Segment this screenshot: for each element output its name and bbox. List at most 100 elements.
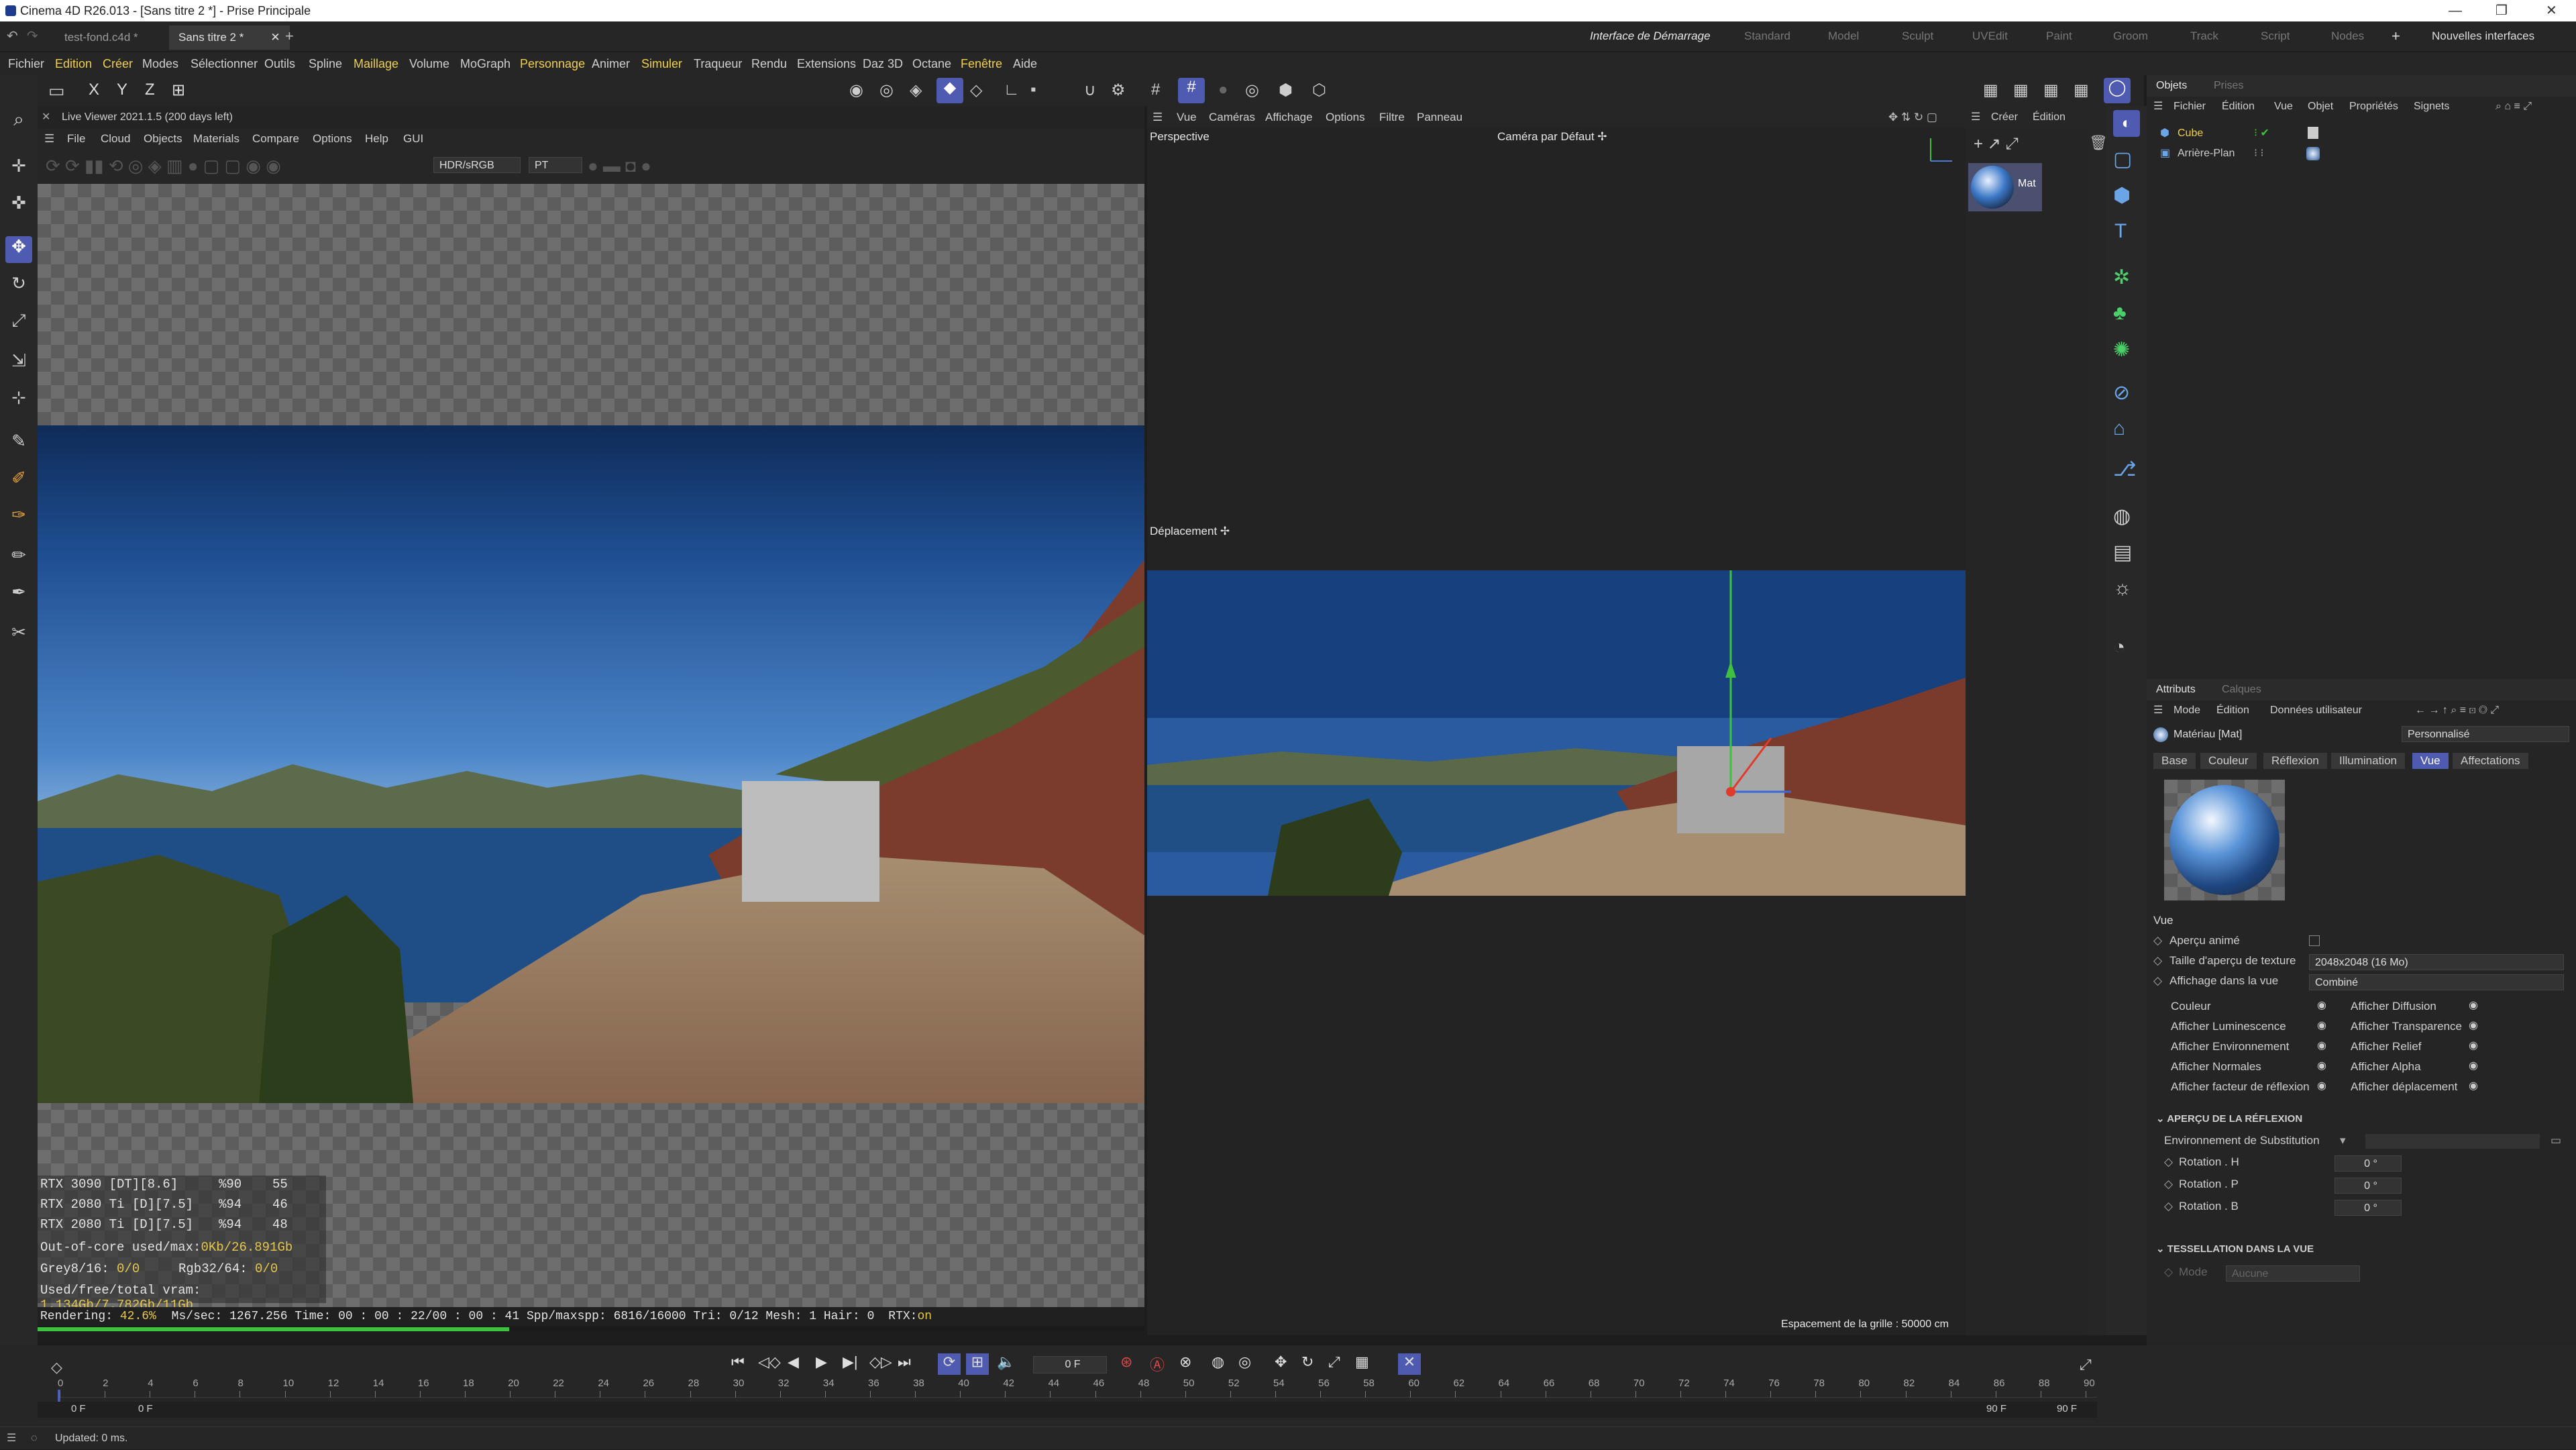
rotate-tool-icon[interactable]: ↻ (5, 273, 32, 300)
lv-menu-options[interactable]: Options (313, 129, 352, 149)
om-menu-fichier[interactable]: Fichier (2174, 97, 2206, 117)
subtab-reflexion[interactable]: Réflexion (2263, 753, 2327, 769)
vp-menu-affichage[interactable]: Affichage (1265, 106, 1313, 129)
zoom-icon[interactable]: ⌕ (5, 109, 32, 136)
attr-menu-donnees[interactable]: Données utilisateur (2270, 701, 2362, 721)
subtab-illumination[interactable]: Illumination (2331, 753, 2405, 769)
keyframe-icon[interactable]: ◇ (2164, 1265, 2173, 1279)
om-search-icons[interactable]: ⌕ ⌂ ≡ ⤢ (2496, 97, 2532, 117)
tab-objets[interactable]: Objets (2156, 75, 2187, 97)
om-hamburger-icon[interactable]: ☰ (2153, 97, 2163, 117)
new-tab-icon[interactable]: + (285, 21, 294, 51)
mm-menu-edition[interactable]: Édition (2033, 106, 2065, 129)
current-frame-field[interactable]: 0 F (1033, 1356, 1107, 1374)
menu-fenetre[interactable]: Fenêtre (961, 52, 1002, 75)
eye-icon[interactable]: ◉ (2469, 1079, 2478, 1092)
mm-tool-icons[interactable]: + ↗ ⤢ (1974, 134, 2019, 154)
render-region-icon[interactable]: ▭ (48, 81, 65, 101)
key-settings-icon[interactable]: ⊗ (1179, 1353, 1191, 1371)
cube-primitive-icon[interactable]: ⬢ (2113, 184, 2131, 207)
eye-icon[interactable]: ◉ (2469, 998, 2478, 1012)
background-material-tag[interactable] (2306, 147, 2320, 160)
frame-range-bar[interactable]: 0 F 0 F 90 F 90 F (38, 1402, 2097, 1418)
om-menu-proprietes[interactable]: Propriétés (2349, 97, 2398, 117)
record-icon[interactable]: ⊛ (1120, 1353, 1132, 1371)
object-row-cube[interactable]: ⬢ Cube ⁝ ✔ (2153, 125, 2569, 142)
knife-icon[interactable]: ✂ (5, 622, 32, 649)
viewport-hamburger-icon[interactable]: ☰ (1152, 106, 1163, 129)
close-tab-icon[interactable]: ✕ (270, 31, 280, 44)
scale-tool-icon[interactable]: ⤢ (5, 310, 32, 337)
menu-mograph[interactable]: MoGraph (460, 52, 511, 75)
new-layouts-button[interactable]: Nouvelles interfaces (2432, 21, 2534, 51)
menu-fichier[interactable]: Fichier (8, 52, 44, 75)
sketch-icon[interactable]: ✐ (5, 468, 32, 495)
lv-menu-file[interactable]: File (67, 129, 85, 149)
subtab-couleur[interactable]: Couleur (2200, 753, 2257, 769)
menu-edition[interactable]: Edition (55, 52, 92, 75)
add-layout-icon[interactable]: + (2392, 21, 2400, 51)
eye-icon[interactable]: ◉ (2317, 1079, 2326, 1092)
keyframe-icon[interactable]: ◇ (2153, 974, 2162, 988)
prev-key-icon[interactable]: ◁◇ (758, 1353, 781, 1371)
vp-menu-cameras[interactable]: Caméras (1209, 106, 1255, 129)
clapper-icon-3[interactable]: ▦ (2043, 81, 2059, 100)
polygon-pen-icon[interactable]: ✒ (5, 582, 32, 609)
trash-icon[interactable]: 🗑 (2089, 134, 2108, 152)
display-mode-select[interactable]: Combiné (2309, 974, 2564, 990)
dropdown-arrow-icon[interactable]: ▾ (2340, 1134, 2346, 1147)
reflection-section-header[interactable]: ⌄ APERÇU DE LA RÉFLEXION (2156, 1112, 2559, 1129)
uv-mode-icon[interactable]: ◇ (970, 81, 982, 100)
object-row-background[interactable]: ▣ Arrière-Plan ⁝ ⁝ (2153, 145, 2569, 162)
keyframe-icon[interactable]: ◇ (2153, 954, 2162, 968)
text-spline-icon[interactable]: T (2114, 220, 2127, 243)
vp-menu-panneau[interactable]: Panneau (1417, 106, 1462, 129)
menu-aide[interactable]: Aide (1013, 52, 1037, 75)
axis-x-lock[interactable]: X (89, 81, 99, 99)
solo-icon[interactable]: ▪ (1030, 81, 1036, 99)
prev-frame-icon[interactable]: ◀ (788, 1353, 799, 1371)
mm-hamburger-icon[interactable]: ☰ (1971, 106, 1980, 129)
minimize-button[interactable]: — (2449, 0, 2462, 21)
maximize-button[interactable]: ❐ (2496, 0, 2508, 21)
tab-prises[interactable]: Prises (2214, 75, 2243, 97)
polygons-mode-icon[interactable]: ◈ (910, 81, 922, 100)
menu-rendu[interactable]: Rendu (751, 52, 787, 75)
eye-icon[interactable]: ◉ (2317, 998, 2326, 1012)
lv-menu-gui[interactable]: GUI (403, 129, 423, 149)
redo-icon[interactable]: ↷ (27, 21, 38, 51)
menu-octane[interactable]: Octane (912, 52, 951, 75)
eye-icon[interactable]: ◉ (2469, 1059, 2478, 1072)
clapper-icon-1[interactable]: ▦ (1983, 81, 1998, 100)
points-mode-icon[interactable]: ◉ (849, 81, 863, 100)
sky-icon[interactable]: ☼ (2113, 577, 2132, 600)
go-end-icon[interactable]: ⏭ (898, 1353, 911, 1371)
rotation-p-field[interactable]: 0 ° (2334, 1178, 2402, 1194)
menu-selectionner[interactable]: Sélectionner (191, 52, 258, 75)
tag-icon[interactable]: ◔ (2113, 636, 2125, 659)
lv-send-scene-icon[interactable]: ⟳ ⟳ ▮▮ ⟲ ◎ ◈ ▥ ● ▢ ▢ ◉ ◉ (46, 156, 281, 176)
cloner-icon[interactable]: ♣ (2113, 302, 2127, 325)
apercu-anime-checkbox[interactable] (2309, 935, 2320, 946)
subtab-vue[interactable]: Vue (2412, 753, 2449, 769)
magnet-icon[interactable]: ∪ (1084, 81, 1096, 100)
cube-tag-icon[interactable] (2308, 127, 2318, 139)
range-end[interactable]: 90 F (1986, 1403, 2006, 1414)
clapper-icon-2[interactable]: ▦ (2013, 81, 2029, 100)
lv-menu-compare[interactable]: Compare (252, 129, 299, 149)
hamburger-icon[interactable]: ☰ (44, 129, 54, 149)
close-window-button[interactable]: ✕ (2546, 0, 2557, 21)
move-tool-button[interactable]: ✥ (5, 236, 32, 263)
menu-modes[interactable]: Modes (142, 52, 178, 75)
clapper-icon-4[interactable]: ▦ (2074, 81, 2089, 100)
eye-icon[interactable]: ◉ (2317, 1039, 2326, 1052)
light-icon[interactable]: ⎇ (2113, 458, 2137, 481)
axis-tool-icon[interactable]: ⊹ (5, 387, 32, 414)
range-start[interactable]: 0 F (71, 1403, 86, 1414)
loop-button[interactable]: ⟳ (938, 1353, 961, 1375)
eye-icon[interactable]: ◉ (2317, 1059, 2326, 1072)
motion-icon[interactable]: ◍ (1212, 1353, 1224, 1371)
play-icon[interactable]: ▶ (816, 1353, 827, 1371)
range-start-2[interactable]: 0 F (138, 1403, 153, 1414)
layout-standard[interactable]: Standard (1744, 21, 1790, 51)
